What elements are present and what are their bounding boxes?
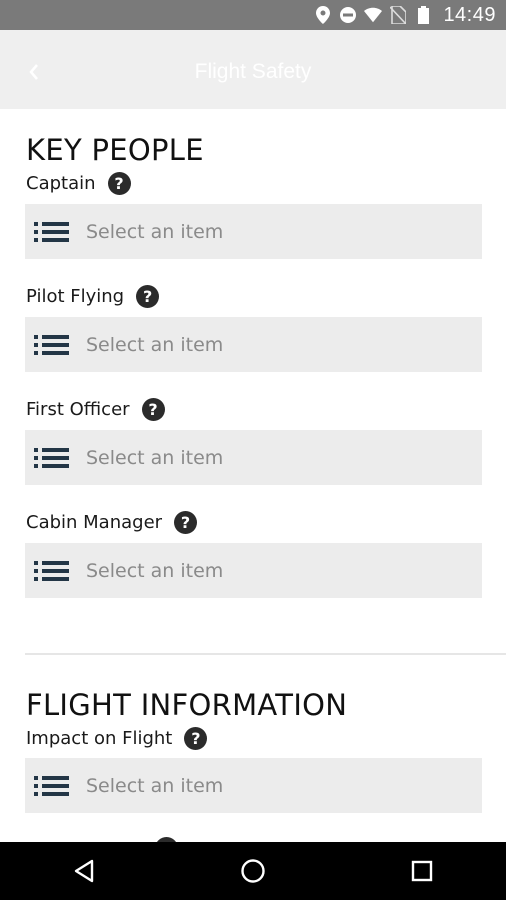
help-icon[interactable]: ?	[184, 727, 208, 750]
section-title-flight-information: FLIGHT INFORMATION	[26, 688, 348, 722]
form-content[interactable]: KEY PEOPLE Captain ? Select an item Pilo…	[0, 109, 506, 842]
select-placeholder: Select an item	[86, 220, 224, 243]
select-placeholder: Select an item	[86, 774, 224, 797]
impact-on-flight-select[interactable]: Select an item	[25, 758, 482, 813]
list-icon	[34, 446, 70, 470]
battery-icon	[414, 6, 432, 24]
page-title: Flight Safety	[194, 60, 312, 83]
section-title-key-people: KEY PEOPLE	[26, 133, 204, 167]
help-icon[interactable]: ?	[174, 511, 198, 534]
no-sim-icon	[389, 6, 407, 24]
section-divider	[25, 653, 506, 655]
system-nav-bar	[0, 842, 506, 900]
cabin-manager-select[interactable]: Select an item	[25, 543, 482, 598]
select-placeholder: Select an item	[86, 333, 224, 356]
select-placeholder: Select an item	[86, 446, 224, 469]
back-triangle-icon	[75, 859, 94, 883]
field-label-text: Cabin Manager	[26, 512, 163, 533]
select-placeholder: Select an item	[86, 559, 224, 582]
field-label-captain: Captain ?	[26, 172, 131, 195]
field-label-text: First Officer	[26, 399, 130, 420]
field-label-pilot-flying: Pilot Flying ?	[26, 285, 160, 308]
do-not-disturb-icon	[339, 6, 357, 24]
nav-recents-button[interactable]	[402, 851, 442, 891]
help-icon[interactable]: ?	[107, 172, 131, 195]
location-icon	[314, 6, 332, 24]
pilot-flying-select[interactable]: Select an item	[25, 317, 482, 372]
captain-select[interactable]: Select an item	[25, 204, 482, 259]
app-header: Flight Safety	[0, 30, 506, 109]
help-icon[interactable]: ?	[141, 398, 165, 421]
first-officer-select[interactable]: Select an item	[25, 430, 482, 485]
field-label-text: Impact on Flight	[26, 728, 173, 749]
wifi-icon	[364, 6, 383, 24]
status-clock: 14:49	[443, 3, 496, 26]
help-icon[interactable]: ?	[136, 285, 160, 308]
recents-square-icon	[411, 860, 432, 882]
field-label-text: Captain	[26, 173, 96, 194]
field-label-cabin-manager: Cabin Manager ?	[26, 511, 198, 534]
list-icon	[34, 333, 70, 357]
field-label-impact-on-flight: Impact on Flight ?	[26, 727, 208, 750]
list-icon	[34, 220, 70, 244]
list-icon	[34, 559, 70, 583]
list-icon	[34, 774, 70, 798]
field-label-first-officer: First Officer ?	[26, 398, 165, 421]
nav-home-button[interactable]	[233, 851, 273, 891]
home-circle-icon	[241, 859, 265, 883]
nav-back-button[interactable]	[64, 851, 104, 891]
status-bar: 14:49	[0, 0, 506, 30]
field-label-text: Pilot Flying	[26, 286, 125, 307]
